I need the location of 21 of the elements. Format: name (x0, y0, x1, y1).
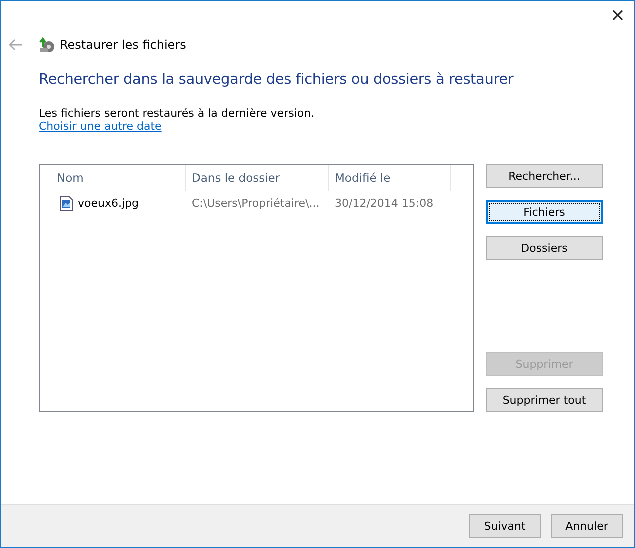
footer-button[interactable]: Annuler (551, 514, 623, 538)
image-file-icon (60, 196, 73, 210)
info-text: Les fichiers seront restaurés à la dernière version. (39, 107, 316, 120)
file-row[interactable]: voeux6.jpg C:\Users\Propriétaire\... 30/12/2014 15:08 (40, 191, 473, 215)
side-button[interactable]: Rechercher... (486, 164, 603, 188)
page-heading: Rechercher dans la sauvegarde des fichiers ou dossiers à restaurer (39, 72, 515, 88)
column-header[interactable]: Modifié le (329, 165, 451, 191)
footer-button[interactable]: Suivant (469, 514, 541, 538)
table-cell: voeux6.jpg (78, 196, 140, 210)
column-header[interactable]: Dans le dossier (186, 165, 329, 191)
window-title: Restaurer les fichiers (60, 38, 186, 52)
table-cell: 30/12/2014 15:08 (335, 196, 434, 210)
back-arrow-icon[interactable] (9, 39, 23, 51)
close-button[interactable]: × (603, 1, 633, 29)
table-cell: C:\Users\Propriétaire\... (192, 196, 320, 210)
side-button[interactable]: Fichiers (486, 200, 603, 224)
choose-date-link[interactable]: Choisir une autre date (39, 120, 162, 133)
restore-icon (39, 37, 55, 53)
side-button[interactable]: Dossiers (486, 236, 603, 260)
side-button[interactable]: Supprimer tout (486, 388, 603, 412)
column-header[interactable]: Nom (40, 165, 186, 191)
